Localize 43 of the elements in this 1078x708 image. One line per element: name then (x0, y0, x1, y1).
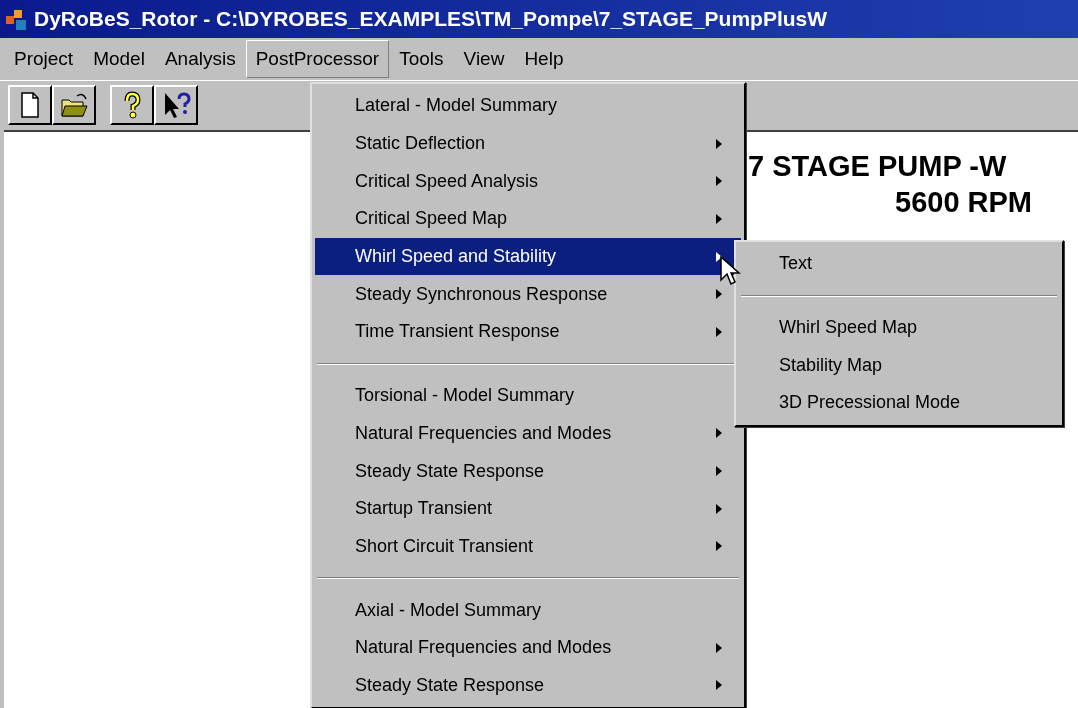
mouse-cursor-icon (720, 256, 742, 288)
menu-item[interactable]: Steady State Response (315, 666, 741, 705)
menu-item[interactable]: Stability Map (739, 346, 1059, 385)
menu-item[interactable]: Natural Frequencies and Modes (315, 414, 741, 453)
menu-bar-item[interactable]: View (453, 39, 515, 79)
menu-item[interactable]: Short Circuit Transient (315, 527, 741, 566)
menu-item[interactable]: Natural Frequencies and Modes (315, 628, 741, 667)
menu-item[interactable]: Lateral - Model Summary (315, 87, 741, 125)
document-heading: 7 STAGE PUMP -W (748, 150, 1007, 182)
menu-item[interactable]: Text (739, 245, 1059, 283)
submenu-arrow-icon (715, 502, 723, 515)
window-title: DyRoBeS_Rotor - C:\DYROBES_EXAMPLES\TM_Pompe\7_STAGE_PumpPlusW (34, 6, 828, 33)
toolbar-button[interactable] (110, 84, 154, 125)
toolbar-button[interactable] (52, 84, 96, 125)
submenu-arrow-icon (715, 325, 723, 338)
submenu-arrow-icon (715, 250, 723, 263)
submenu-arrow-icon (715, 641, 723, 654)
submenu-arrow-icon (715, 465, 723, 478)
submenu-arrow-icon (715, 212, 723, 225)
menu-bar-item[interactable]: Project (4, 39, 84, 79)
menu-bar-item[interactable]: PostProcessor (245, 39, 390, 79)
menu-bar-item[interactable]: Model (83, 39, 155, 79)
menu-item[interactable]: Critical Speed Analysis (315, 162, 741, 201)
menu-item[interactable]: 3D Precessional Mode (739, 384, 1059, 422)
toolbar-button[interactable] (8, 84, 52, 125)
document-heading: 5600 RPM (895, 186, 1032, 219)
menu-bar-item[interactable]: Tools (389, 39, 454, 79)
menu-item[interactable]: Critical Speed Map (315, 200, 741, 238)
menu-item[interactable]: Axial - Model Summary (315, 591, 741, 629)
toolbar-button[interactable] (154, 84, 198, 125)
menu-item[interactable]: Whirl Speed Map (739, 308, 1059, 347)
menu-bar-item[interactable]: Help (514, 39, 574, 79)
submenu-arrow-icon (715, 540, 723, 553)
submenu-arrow-icon (715, 288, 723, 301)
menu-item[interactable]: Steady State Response (315, 452, 741, 490)
submenu-arrow-icon (715, 427, 723, 440)
submenu-arrow-icon (715, 175, 723, 188)
submenu-arrow-icon (715, 137, 723, 150)
menu-item[interactable]: Static Deflection (315, 124, 741, 163)
submenu-arrow-icon (715, 679, 723, 692)
menu-item[interactable]: Startup Transient (315, 489, 741, 528)
menu-bar-item[interactable]: Analysis (154, 39, 246, 79)
menu-item[interactable]: Whirl Speed and Stability (315, 237, 741, 276)
